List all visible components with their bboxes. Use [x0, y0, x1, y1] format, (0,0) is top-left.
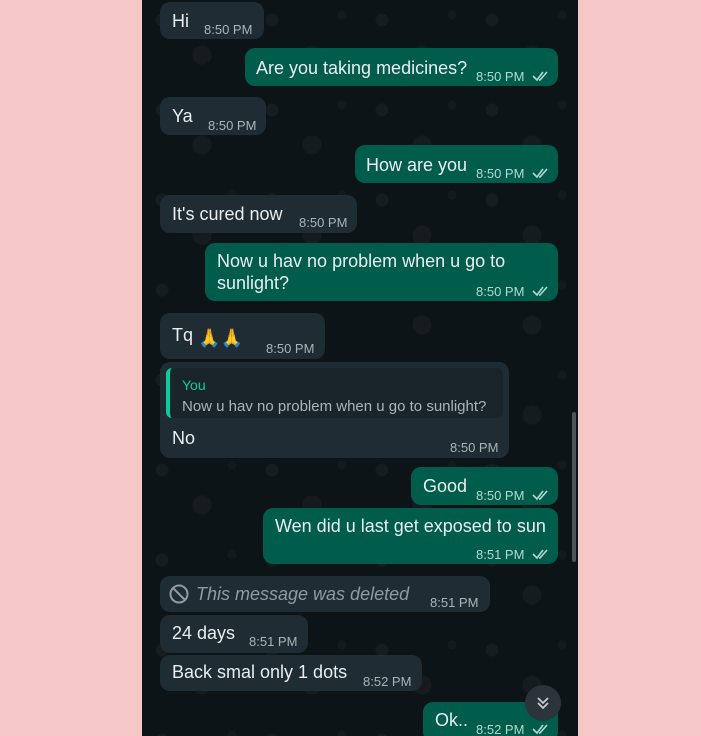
message-text: Hi — [172, 11, 189, 31]
message-outgoing[interactable]: Good 8:50 PM — [411, 467, 558, 505]
message-incoming[interactable]: 24 days 8:51 PM — [160, 615, 308, 653]
message-time: 8:50 PM — [299, 215, 348, 230]
message-time: 8:51 PM — [430, 595, 479, 610]
message-time: 8:50 PM — [208, 118, 257, 133]
chat-screen: Hi 8:50 PM Are you taking medicines? 8:5… — [142, 0, 578, 736]
double-check-icon — [532, 168, 548, 179]
message-text-line-2: sunlight? — [217, 273, 290, 293]
message-text: Are you taking medicines? — [256, 58, 468, 78]
message-time: 8:50 PM — [476, 163, 550, 185]
scroll-to-bottom-button[interactable] — [525, 685, 561, 721]
message-incoming[interactable]: Hi 8:50 PM — [160, 2, 264, 39]
message-time: 8:50 PM — [450, 440, 499, 455]
double-check-icon — [532, 724, 548, 735]
message-outgoing[interactable]: How are you 8:50 PM — [355, 145, 558, 183]
double-check-icon — [532, 71, 548, 82]
message-text: Ok.. — [435, 710, 469, 730]
message-time: 8:51 PM — [249, 634, 298, 649]
message-text-line-1: Now u hav no problem when u go to — [217, 251, 506, 271]
double-check-icon — [532, 549, 548, 560]
message-text: This message was deleted — [196, 584, 410, 604]
message-time: 8:50 PM — [476, 66, 550, 88]
message-outgoing[interactable]: Now u hav no problem when u go to sunlig… — [205, 243, 558, 301]
message-text: No — [172, 428, 196, 448]
message-text: Ya — [172, 106, 193, 126]
quoted-message[interactable]: You Now u hav no problem when u go to su… — [166, 368, 503, 418]
message-text: Back smal only 1 dots — [172, 662, 348, 682]
message-text: Good — [423, 476, 468, 496]
message-incoming[interactable]: Back smal only 1 dots 8:52 PM — [160, 655, 422, 691]
message-time: 8:52 PM — [476, 719, 550, 736]
double-chevron-down-icon — [537, 697, 549, 710]
quoted-author: You — [182, 377, 206, 393]
quoted-text: Now u hav no problem when u go to sunlig… — [182, 398, 487, 415]
prohibited-icon — [169, 584, 189, 604]
message-text: How are you — [366, 155, 468, 175]
message-text: 24 days — [172, 623, 236, 643]
message-incoming[interactable]: It's cured now 8:50 PM — [160, 195, 357, 233]
message-outgoing[interactable]: Wen did u last get exposed to sun 8:51 P… — [263, 508, 558, 564]
message-incoming[interactable]: Tq 🙏🙏 8:50 PM — [160, 313, 325, 359]
double-check-icon — [532, 286, 548, 297]
message-time: 8:50 PM — [204, 22, 253, 37]
double-check-icon — [532, 490, 548, 501]
message-time: 8:51 PM — [476, 544, 550, 566]
message-time: 8:52 PM — [363, 674, 412, 689]
message-incoming[interactable]: Ya 8:50 PM — [160, 97, 266, 135]
message-incoming-deleted[interactable]: This message was deleted 8:51 PM — [160, 576, 490, 612]
message-text: Tq 🙏🙏 — [172, 325, 243, 348]
folded-hands-emoji: 🙏🙏 — [198, 328, 243, 348]
scrollbar[interactable] — [572, 412, 576, 562]
message-outgoing[interactable]: Are you taking medicines? 8:50 PM — [245, 48, 558, 86]
message-time: 8:50 PM — [266, 341, 315, 356]
message-incoming-reply[interactable]: You Now u hav no problem when u go to su… — [160, 362, 509, 458]
message-text: Wen did u last get exposed to sun — [275, 516, 546, 536]
message-time: 8:50 PM — [476, 281, 550, 303]
message-text: It's cured now — [172, 204, 283, 224]
message-time: 8:50 PM — [476, 485, 550, 507]
